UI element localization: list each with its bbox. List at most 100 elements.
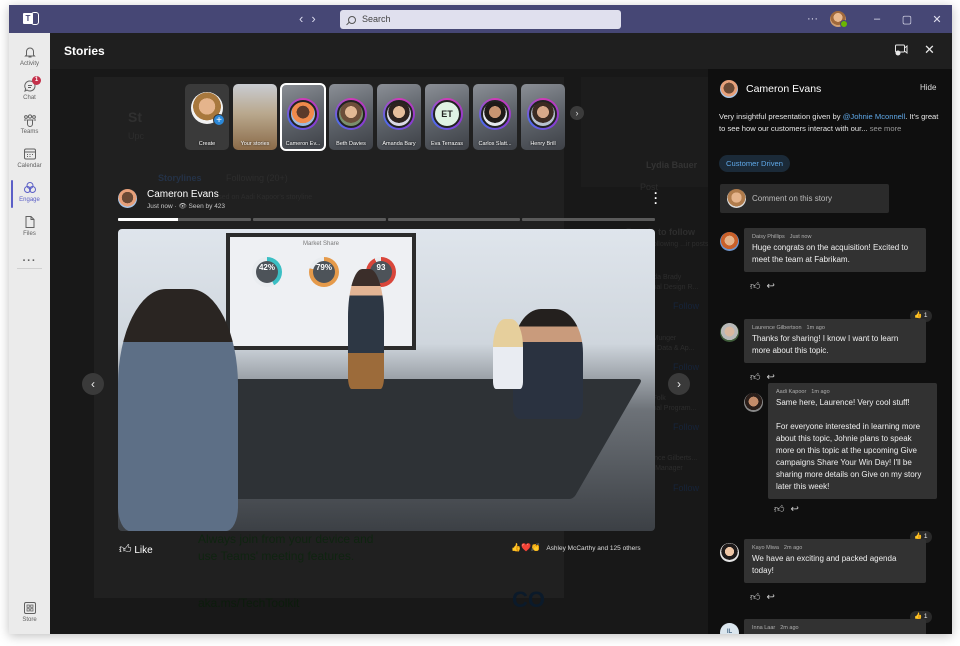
rail-label: Teams	[20, 129, 39, 135]
reactions-summary[interactable]: 👍❤️👏 Ashley McCarthy and 125 others	[511, 543, 641, 552]
stat-value: 93	[376, 263, 386, 272]
mention-link[interactable]: @Johnie Mconnell	[843, 112, 906, 121]
page-header: Stories ✕	[50, 33, 952, 69]
story-thumbnail[interactable]: Beth Davies	[329, 84, 373, 150]
rail-label: Calendar	[17, 163, 42, 169]
page-title: Stories	[64, 44, 105, 58]
story-thumbnail[interactable]: Henry Brill	[521, 84, 565, 150]
forward-button[interactable]: ›	[311, 11, 323, 26]
commenter-avatar[interactable]	[720, 543, 739, 562]
profile-avatar[interactable]	[830, 11, 848, 28]
initials-avatar[interactable]: IL	[720, 623, 739, 634]
comment-meta: Daisy Phillips Just now	[752, 234, 918, 240]
close-window-button[interactable]: ✕	[922, 13, 952, 26]
commenter-name[interactable]: Daisy Phillips	[752, 234, 785, 240]
story-thumbnail[interactable]: Cameron Ev...	[280, 83, 326, 151]
rail-item-engage[interactable]: Engage	[9, 181, 50, 203]
like-comment-icon[interactable]: 👍︎	[774, 504, 790, 515]
comment-meta: Laurence Gilbertson 1m ago	[752, 325, 918, 331]
story-more-options-button[interactable]: · · ·	[654, 187, 658, 209]
story-ring: ET	[431, 98, 463, 130]
bg-profile-name: Lydia Bauer	[646, 160, 698, 170]
hide-pane-button[interactable]: Hide	[920, 83, 936, 92]
like-comment-icon[interactable]: 👍︎	[750, 372, 766, 383]
engage-icon	[23, 182, 36, 193]
commenter-avatar[interactable]	[720, 232, 739, 251]
avatar	[529, 100, 557, 128]
bg-follow: Follow	[673, 483, 700, 493]
author-name[interactable]: Cameron Evans	[147, 189, 219, 200]
avatar	[337, 100, 365, 128]
comment-actions: 👍︎↩	[750, 591, 781, 603]
rail-label: Store	[22, 617, 37, 623]
reply-icon[interactable]: ↩	[766, 592, 780, 603]
bg-tab-storylines: Storylines	[158, 173, 202, 183]
rail-label: Chat	[23, 95, 36, 101]
bg-follow: Follow	[673, 362, 700, 372]
search-input[interactable]: Search	[340, 10, 621, 29]
topic-tag[interactable]: Customer Driven	[719, 155, 790, 172]
more-apps-button[interactable]: ···	[9, 255, 50, 267]
story-thumbnail[interactable]: ET Eva Terrazas	[425, 84, 469, 150]
story-ring	[335, 98, 367, 130]
rail-item-files[interactable]: Files	[9, 215, 50, 237]
story-label: Henry Brill	[530, 141, 556, 147]
like-comment-icon[interactable]: 👍︎	[750, 592, 766, 603]
minimize-button[interactable]: –	[862, 13, 892, 25]
share-to-screen-icon[interactable]	[894, 43, 908, 57]
author-avatar[interactable]	[118, 189, 137, 208]
rail-item-teams[interactable]: Teams	[9, 113, 50, 135]
pane-author-name[interactable]: Cameron Evans	[746, 83, 821, 95]
rail-item-chat[interactable]: 1 Chat	[9, 76, 50, 101]
commenter-avatar[interactable]	[720, 323, 739, 342]
teams-window: T ‹› Search ··· – ▢ ✕ Activity 1 Chat Te…	[9, 5, 952, 634]
strip-next-button[interactable]: ›	[570, 106, 584, 120]
story-create[interactable]: + Create	[185, 84, 229, 150]
progress-fill	[118, 218, 178, 221]
author-avatar[interactable]	[720, 80, 738, 98]
progress-segment	[118, 218, 251, 221]
commenter-avatar[interactable]	[744, 393, 763, 412]
see-more-link[interactable]: see more	[868, 124, 902, 133]
story-photo[interactable]: Market Share 42% 79% 93	[118, 229, 655, 531]
stat-value: 79%	[315, 263, 332, 272]
bg-heading: St	[128, 109, 142, 125]
title-bar: T ‹› Search ··· – ▢ ✕	[9, 5, 952, 33]
previous-story-button[interactable]: ‹	[82, 373, 104, 395]
story-ring	[527, 98, 559, 130]
commenter-name[interactable]: Aadi Kapoor	[776, 389, 806, 395]
rail-item-store[interactable]: Store	[9, 601, 50, 623]
chat-unread-badge: 1	[32, 76, 41, 85]
teams-icon	[23, 114, 36, 127]
comment-text: Same here, Laurence! Very cool stuff!	[776, 398, 910, 407]
like-label: Like	[134, 545, 153, 556]
story-thumbnail[interactable]: Amanda Bary	[377, 84, 421, 150]
reply-icon[interactable]: ↩	[766, 281, 780, 292]
story-your-stories[interactable]: Your stories	[233, 84, 277, 150]
story-ring	[479, 98, 511, 130]
more-options-button[interactable]: ···	[807, 13, 818, 25]
next-story-button[interactable]: ›	[668, 373, 690, 395]
presenter	[348, 269, 384, 389]
close-stories-button[interactable]: ✕	[924, 42, 935, 58]
story-label: Beth Davies	[336, 141, 366, 147]
like-comment-icon[interactable]: 👍︎	[750, 281, 766, 292]
rail-item-activity[interactable]: Activity	[9, 45, 50, 67]
comment-input[interactable]: Comment on this story	[720, 184, 889, 213]
back-button[interactable]: ‹	[299, 11, 311, 26]
commenter-name[interactable]: Laurence Gilbertson	[752, 325, 802, 331]
my-avatar	[727, 189, 746, 208]
bg-promo-link: aka.ms/TechToolkit	[198, 596, 300, 610]
stat-value: 42%	[258, 263, 275, 272]
maximize-button[interactable]: ▢	[892, 13, 922, 26]
rail-item-calendar[interactable]: Calendar	[9, 147, 50, 169]
story-progress	[118, 218, 655, 221]
reply-icon[interactable]: ↩	[766, 372, 780, 383]
commenter-name[interactable]: Inna Laar	[752, 625, 775, 631]
like-button[interactable]: 👍︎ Like	[119, 542, 153, 557]
story-meta: Just now · 👁 Seen by 423	[147, 202, 225, 210]
reply-icon[interactable]: ↩	[790, 504, 804, 515]
story-thumbnail[interactable]: Carlos Slatt...	[473, 84, 517, 150]
comment-meta: Kayo Miwa 2m ago	[752, 545, 918, 551]
commenter-name[interactable]: Kayo Miwa	[752, 545, 779, 551]
